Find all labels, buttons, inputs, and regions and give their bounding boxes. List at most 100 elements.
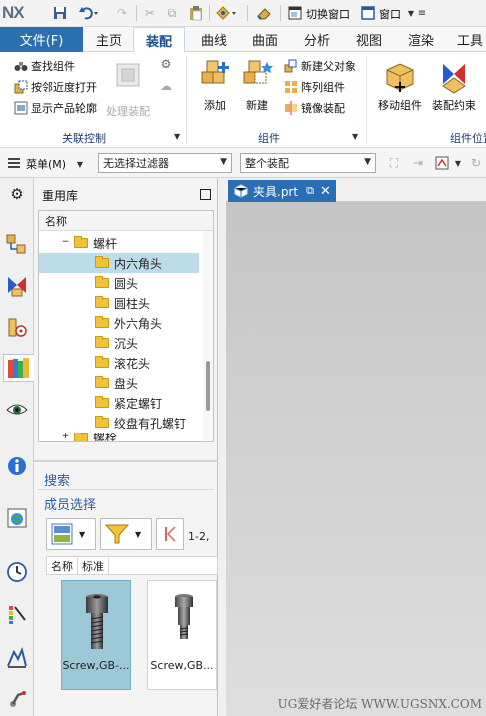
menu-icon[interactable] bbox=[6, 155, 22, 171]
new-parent-button[interactable]: 新建父对象 bbox=[284, 56, 356, 76]
tree-node-knurled-head[interactable]: 滚花头 bbox=[39, 353, 199, 373]
add-component-button[interactable]: 添加 bbox=[198, 60, 232, 113]
assoc-side-icon-2[interactable]: ☁ bbox=[158, 78, 174, 94]
panel-title: 重用库 bbox=[42, 189, 79, 203]
library-tree[interactable]: 名称 − 螺杆 内六角头 圆头 圆柱头 外六角头 沉头 滚花头 盘头 紧定螺钉 绞… bbox=[38, 210, 214, 442]
member-card[interactable]: Screw,GB... bbox=[147, 580, 217, 690]
tree-node-hex-socket[interactable]: 内六角头 bbox=[39, 253, 199, 273]
menu-button[interactable]: 菜单(M) bbox=[26, 156, 66, 172]
tab-view[interactable]: 视图 bbox=[346, 27, 392, 52]
tab-render[interactable]: 渲染 bbox=[398, 27, 444, 52]
reuse-library-icon[interactable] bbox=[3, 354, 34, 382]
undo-icon[interactable] bbox=[78, 5, 100, 21]
chevron-down-icon: ▼ bbox=[364, 157, 371, 167]
tree-node-screw-rod[interactable]: − 螺杆 bbox=[39, 233, 199, 253]
proximity-icon bbox=[14, 80, 28, 94]
tree-node-set-screw[interactable]: 紧定螺钉 bbox=[39, 393, 199, 413]
folder-icon bbox=[95, 256, 109, 268]
ribbon-tab-row: 文件(F) 主页 装配 曲线 曲面 分析 视图 渲染 工具 bbox=[0, 27, 486, 53]
tab-pin-icon[interactable]: ⧉ bbox=[306, 184, 314, 198]
array-component-button[interactable]: 阵列组件 bbox=[284, 77, 345, 97]
member-select-header[interactable]: 成员选择 bbox=[44, 494, 96, 513]
group-dropdown-components-icon[interactable]: ▼ bbox=[352, 132, 358, 141]
customize-quickbar-icon[interactable]: ≡ bbox=[414, 5, 430, 21]
switch-window-icon[interactable] bbox=[287, 5, 303, 21]
group-label-components: 组件 bbox=[258, 132, 280, 145]
new-component-icon bbox=[240, 60, 274, 94]
collapse-icon[interactable]: − bbox=[61, 237, 70, 248]
save-icon[interactable] bbox=[52, 5, 68, 21]
group-dropdown-assoc-icon[interactable]: ▼ bbox=[174, 132, 180, 141]
member-card[interactable]: Screw,GB-... bbox=[61, 580, 131, 690]
cut-icon[interactable]: ✂ bbox=[142, 5, 158, 21]
tab-surface[interactable]: 曲面 bbox=[242, 27, 288, 52]
eye-view-icon[interactable] bbox=[3, 396, 31, 424]
tree-node-pan-head[interactable]: 盘头 bbox=[39, 373, 199, 393]
mirror-assembly-button[interactable]: 镜像装配 bbox=[284, 98, 345, 118]
new-component-button[interactable]: 新建 bbox=[240, 60, 274, 113]
assoc-side-icon-1[interactable]: ⚙ bbox=[158, 56, 174, 72]
switch-window-button[interactable]: 切换窗口 bbox=[306, 6, 350, 22]
first-page-button[interactable] bbox=[156, 518, 184, 550]
menu-dropdown-icon[interactable]: ▼ bbox=[72, 156, 88, 172]
filter-tool-icon-4[interactable]: ↻ bbox=[468, 155, 484, 171]
scrollbar-thumb[interactable] bbox=[206, 361, 210, 411]
settings-gear-icon[interactable]: ⚙ bbox=[3, 180, 31, 208]
filter-tool-dropdown-icon[interactable]: ▼ bbox=[450, 155, 466, 171]
window-icon[interactable] bbox=[360, 5, 376, 21]
show-product-outline-button[interactable]: 显示产品轮廓 bbox=[14, 98, 97, 118]
tab-analysis[interactable]: 分析 bbox=[294, 27, 340, 52]
copy-icon[interactable]: ⧉ bbox=[164, 5, 180, 21]
window-menu[interactable]: 窗口 bbox=[379, 6, 401, 22]
filter-tool-icon-1[interactable]: ⛶ bbox=[386, 155, 402, 171]
tree-node-bolt[interactable]: + 螺栓 bbox=[39, 433, 199, 441]
find-component-button[interactable]: 查找组件 bbox=[14, 56, 75, 76]
maximize-icon[interactable] bbox=[200, 189, 211, 200]
tree-node-cylinder-head[interactable]: 圆柱头 bbox=[39, 293, 199, 313]
close-icon[interactable]: ✕ bbox=[320, 184, 331, 199]
selection-filter-select[interactable]: 无选择过滤器 ▼ bbox=[98, 153, 232, 173]
tree-node-hex-head[interactable]: 外六角头 bbox=[39, 313, 199, 333]
info-icon[interactable] bbox=[3, 452, 31, 480]
tree-scrollbar[interactable] bbox=[203, 231, 213, 441]
redo-icon[interactable]: ↷ bbox=[114, 5, 130, 21]
constraint-navigator-icon[interactable] bbox=[3, 272, 31, 300]
filter-button[interactable]: ▼ bbox=[100, 518, 152, 550]
part-navigator-icon[interactable] bbox=[3, 314, 31, 342]
column-name[interactable]: 名称 bbox=[47, 557, 78, 574]
tree-node-countersunk[interactable]: 沉头 bbox=[39, 333, 199, 353]
process-icon[interactable] bbox=[3, 644, 31, 672]
tab-assembly[interactable]: 装配 bbox=[133, 27, 185, 53]
palette-icon[interactable] bbox=[3, 600, 31, 628]
select-mode-icon[interactable] bbox=[216, 5, 238, 21]
paste-icon[interactable] bbox=[188, 5, 204, 21]
selection-scope-select[interactable]: 整个装配 ▼ bbox=[240, 153, 376, 173]
eraser-icon[interactable] bbox=[256, 5, 272, 21]
file-tab[interactable]: 文件(F) bbox=[0, 27, 83, 52]
search-section-header[interactable]: 搜索 bbox=[44, 470, 70, 489]
robot-icon[interactable] bbox=[3, 684, 31, 712]
document-tab[interactable]: 夹具.prt ⧉ ✕ bbox=[228, 180, 336, 202]
graphics-window[interactable]: 夹具.prt ⧉ ✕ UG爱好者论坛 WWW.UGSNX.COM bbox=[226, 178, 486, 716]
assembly-navigator-icon[interactable] bbox=[3, 230, 31, 258]
wave-assembly-button[interactable]: 处理装配 bbox=[106, 60, 150, 119]
column-standard[interactable]: 标准 bbox=[78, 557, 109, 574]
open-by-proximity-button[interactable]: 按邻近度打开 bbox=[14, 77, 97, 97]
tree-node-capstan-screw[interactable]: 绞盘有孔螺钉 bbox=[39, 413, 199, 433]
expand-icon[interactable]: + bbox=[61, 433, 70, 441]
assembly-constraint-button[interactable]: 装配约束 bbox=[432, 60, 476, 113]
filter-tool-icon-3[interactable] bbox=[434, 155, 450, 171]
tab-home[interactable]: 主页 bbox=[86, 27, 132, 52]
part-file-icon bbox=[234, 184, 248, 198]
panel-splitter[interactable] bbox=[34, 460, 218, 462]
tab-curve[interactable]: 曲线 bbox=[190, 27, 238, 52]
tree-column-header[interactable]: 名称 bbox=[39, 211, 213, 231]
filter-tool-icon-2[interactable]: ⇥ bbox=[410, 155, 426, 171]
tree-node-round-head[interactable]: 圆头 bbox=[39, 273, 199, 293]
history-clock-icon[interactable] bbox=[3, 558, 31, 586]
move-component-button[interactable]: 移动组件 bbox=[378, 60, 422, 113]
web-browser-icon[interactable] bbox=[3, 504, 31, 532]
view-mode-button[interactable]: ▼ bbox=[46, 518, 96, 550]
folder-icon bbox=[95, 296, 109, 308]
tab-tools[interactable]: 工具 bbox=[450, 27, 486, 52]
